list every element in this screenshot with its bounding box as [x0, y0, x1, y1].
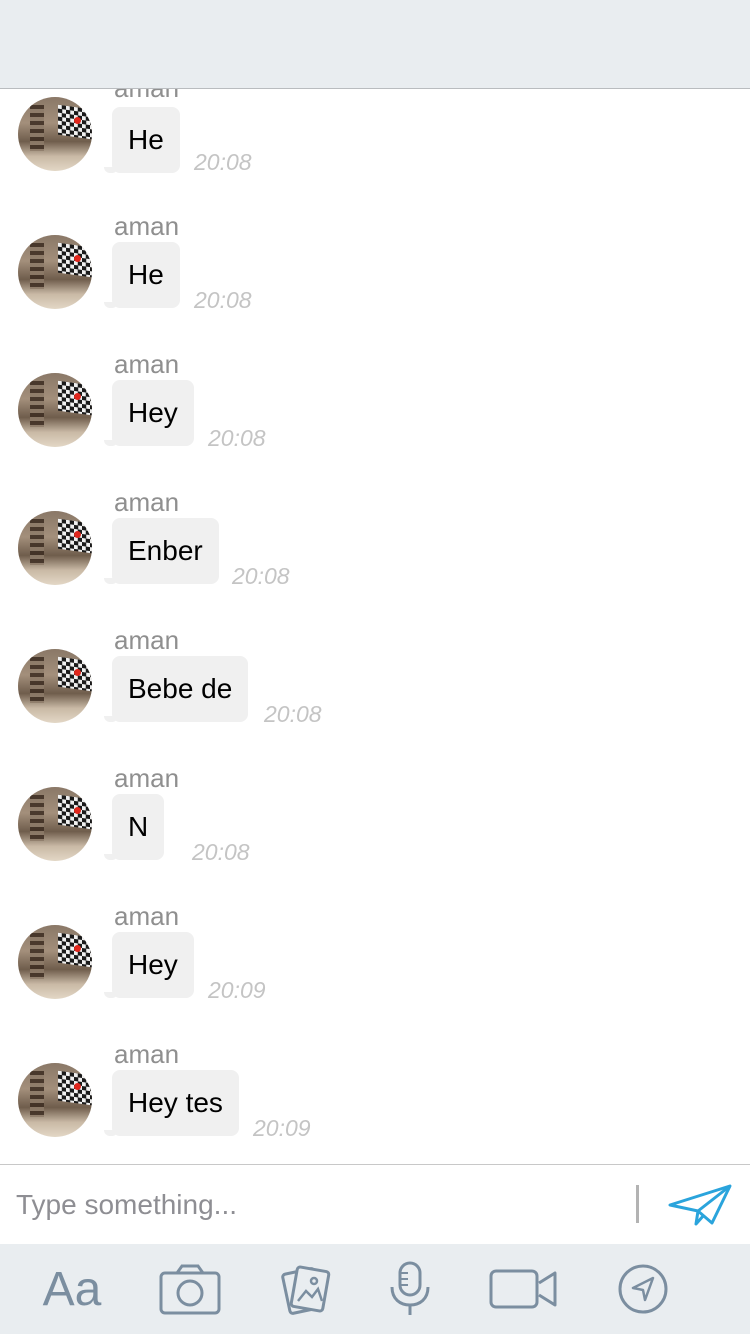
location-button[interactable]: [616, 1258, 670, 1320]
sender-name: aman: [114, 487, 180, 517]
avatar[interactable]: [18, 97, 92, 171]
message-bubble[interactable]: Hey: [104, 380, 194, 446]
camera-icon: [159, 1264, 221, 1315]
message-row: aman He 20:08: [0, 167, 750, 313]
sender-name: aman: [114, 89, 179, 104]
text-format-button[interactable]: Aa: [40, 1258, 104, 1320]
message-row: aman Enber 20:08: [0, 443, 750, 589]
message-bubble[interactable]: Enber: [104, 518, 219, 584]
message-bubble[interactable]: N: [103, 794, 165, 860]
message-bubble[interactable]: Bebe de: [103, 656, 249, 722]
message-input[interactable]: [14, 1179, 618, 1231]
message-row: aman N 20:08: [0, 719, 750, 865]
message-list[interactable]: aman He 20:08 aman He 20:08 aman Hey 20:…: [0, 89, 750, 1165]
sender-name: aman: [114, 763, 180, 793]
sender-name: aman: [114, 901, 180, 931]
gallery-button[interactable]: [278, 1258, 334, 1320]
camera-button[interactable]: [158, 1258, 222, 1320]
avatar[interactable]: [18, 649, 92, 723]
message-row: aman Hey 20:09: [0, 857, 750, 1003]
video-camera-icon: [489, 1269, 557, 1309]
send-button[interactable]: [668, 1183, 732, 1227]
avatar[interactable]: [18, 235, 92, 309]
microphone-icon: [390, 1261, 430, 1315]
top-nav-bar: [0, 0, 750, 89]
message-bubble[interactable]: He: [104, 242, 180, 308]
message-row: aman Hey tes 20:09: [0, 995, 750, 1141]
sender-name: aman: [114, 211, 180, 241]
video-button[interactable]: [488, 1258, 560, 1320]
sender-name: aman: [114, 349, 180, 379]
composer-divider: [636, 1185, 639, 1223]
paper-plane-icon: [668, 1184, 732, 1226]
message-bubble[interactable]: Hey: [104, 932, 194, 998]
message-bubble[interactable]: Hey tes: [104, 1070, 239, 1136]
message-time: 20:09: [253, 1115, 311, 1141]
avatar[interactable]: [18, 1063, 92, 1137]
avatar[interactable]: [18, 511, 92, 585]
sender-name: aman: [114, 1039, 180, 1069]
message-row: aman Hey 20:08: [0, 305, 750, 451]
avatar[interactable]: [18, 787, 92, 861]
sender-name: aman: [114, 625, 180, 655]
location-arrow-icon: [618, 1264, 668, 1314]
message-row: aman Bebe de 20:08: [0, 581, 750, 727]
message-row: aman He 20:08: [0, 89, 750, 175]
photos-icon: [281, 1265, 331, 1315]
voice-button[interactable]: [386, 1258, 434, 1320]
attachment-toolbar: Aa: [0, 1244, 750, 1334]
composer-bar: [0, 1164, 750, 1245]
message-bubble[interactable]: He: [104, 107, 180, 173]
avatar[interactable]: [18, 925, 92, 999]
avatar[interactable]: [18, 373, 92, 447]
